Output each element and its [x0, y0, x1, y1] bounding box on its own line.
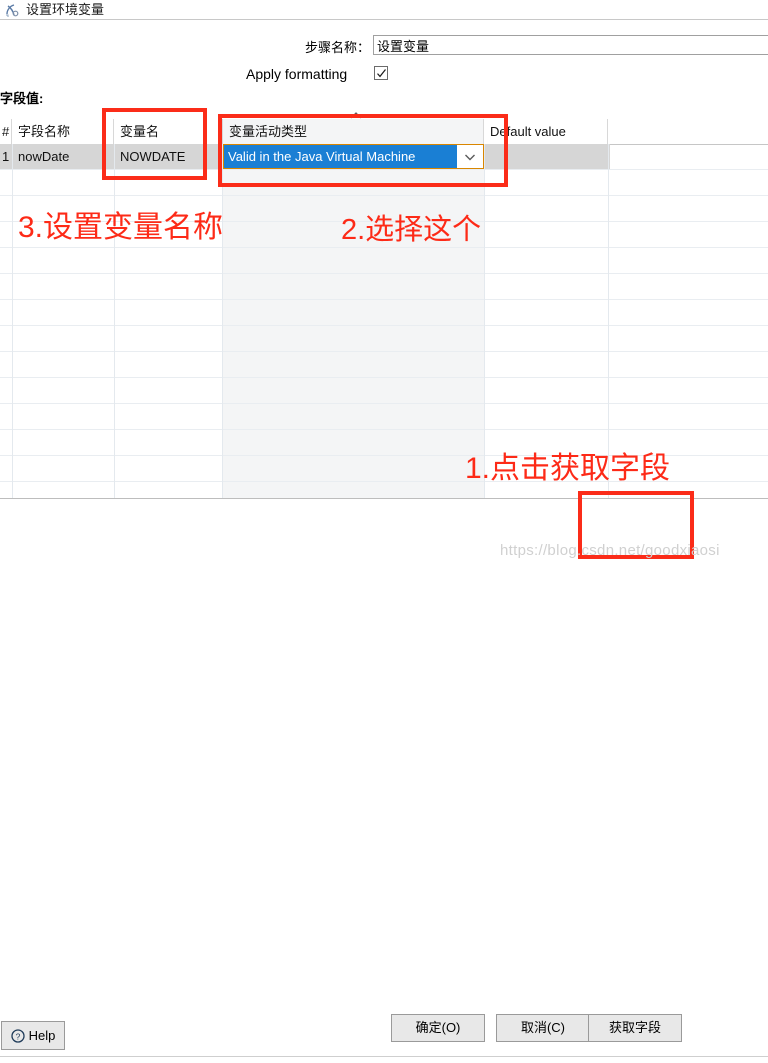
step-name-label: 步骤名称：	[304, 40, 370, 55]
chevron-down-icon[interactable]	[457, 145, 483, 168]
grid-line	[222, 144, 223, 498]
field-values-label: 字段值:	[0, 91, 44, 106]
column-header-varname[interactable]: 变量名	[114, 119, 223, 144]
variable-icon	[4, 2, 20, 18]
checkmark-icon	[377, 69, 386, 78]
window-footer-strip	[0, 1056, 768, 1063]
apply-formatting-row: Apply formatting	[0, 64, 768, 86]
table-row-empty[interactable]	[0, 222, 768, 248]
help-button-label: Help	[28, 1028, 56, 1043]
button-bar: 确定(O) 取消(C) 获取字段 ? Help	[0, 499, 768, 1063]
sort-ascending-icon[interactable]	[350, 112, 362, 119]
table-row-empty[interactable]	[0, 404, 768, 430]
grid-line	[484, 144, 485, 498]
column-header-fieldname[interactable]: 字段名称	[12, 119, 114, 144]
window-title-bar: 设置环境变量	[0, 0, 768, 20]
grid-line	[12, 144, 13, 498]
cell-row-number: 1	[2, 149, 10, 164]
ok-button[interactable]: 确定(O)	[391, 1014, 485, 1042]
variable-type-dropdown[interactable]: Valid in the Java Virtual Machine	[223, 144, 484, 169]
table-row-empty[interactable]	[0, 482, 768, 498]
grid-line	[114, 144, 115, 498]
apply-formatting-checkbox[interactable]	[374, 66, 388, 80]
table-header-row: # 字段名称 变量名 变量活动类型 Default value	[0, 119, 768, 145]
form-area: 步骤名称： Apply formatting	[0, 19, 768, 99]
table-row-empty[interactable]	[0, 196, 768, 222]
column-header-vartype[interactable]: 变量活动类型	[223, 119, 484, 144]
table-row-empty[interactable]	[0, 300, 768, 326]
table-row[interactable]: 1 nowDate NOWDATE Valid in the Java Virt…	[0, 144, 768, 170]
cell-variable-name[interactable]: NOWDATE	[114, 144, 223, 169]
table-row-empty[interactable]	[0, 352, 768, 378]
column-header-default[interactable]: Default value	[484, 119, 608, 144]
variable-type-selected-value: Valid in the Java Virtual Machine	[224, 145, 457, 168]
cancel-button[interactable]: 取消(C)	[496, 1014, 590, 1042]
table-row-empty[interactable]	[0, 274, 768, 300]
table-row-empty[interactable]	[0, 170, 768, 196]
grid-line	[608, 144, 609, 498]
apply-formatting-label: Apply formatting	[246, 66, 348, 82]
step-name-input[interactable]	[373, 35, 768, 55]
cell-field-name[interactable]: nowDate	[12, 144, 114, 169]
table-row-empty[interactable]	[0, 248, 768, 274]
table-row-empty[interactable]	[0, 456, 768, 482]
get-fields-button[interactable]: 获取字段	[588, 1014, 682, 1042]
step-name-row: 步骤名称：	[0, 35, 768, 57]
table-row-empty[interactable]	[0, 326, 768, 352]
column-header-num[interactable]: #	[0, 119, 12, 144]
question-circle-icon: ?	[10, 1028, 25, 1043]
svg-text:?: ?	[15, 1031, 20, 1041]
cell-default-value[interactable]	[484, 144, 608, 169]
help-button[interactable]: ? Help	[1, 1021, 65, 1050]
window-title: 设置环境变量	[26, 1, 105, 17]
table-row-empty[interactable]	[0, 430, 768, 456]
fields-table[interactable]: # 字段名称 变量名 变量活动类型 Default value 1 nowDat…	[0, 112, 768, 498]
table-body: 1 nowDate NOWDATE Valid in the Java Virt…	[0, 144, 768, 498]
table-row-empty[interactable]	[0, 378, 768, 404]
